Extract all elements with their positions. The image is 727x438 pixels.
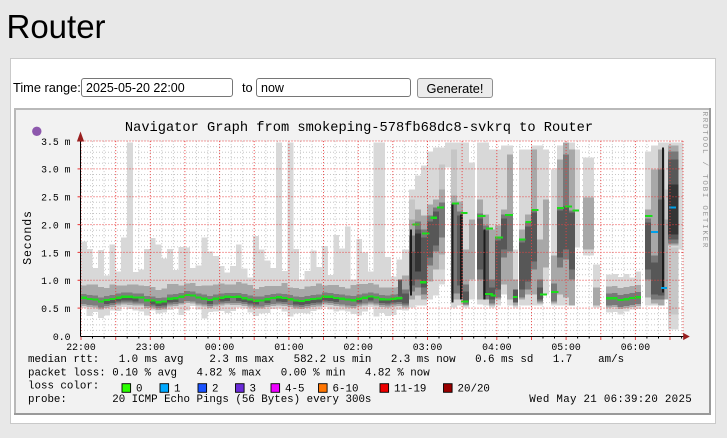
svg-text:01:00: 01:00 [274, 342, 304, 353]
svg-text:02:00: 02:00 [343, 342, 373, 353]
svg-text:23:00: 23:00 [136, 342, 166, 353]
svg-text:3.5 m: 3.5 m [41, 137, 71, 148]
svg-text:06:00: 06:00 [621, 342, 651, 353]
svg-text:median rtt: 1.0 ms avg 2.: median rtt: 1.0 ms avg 2.3 ms max 582.2 … [28, 354, 624, 366]
svg-text:11-19: 11-19 [394, 384, 426, 396]
svg-text:3: 3 [250, 384, 256, 396]
svg-text:00:00: 00:00 [205, 342, 235, 353]
svg-text:RRDTOOL / TOBI OETIKER: RRDTOOL / TOBI OETIKER [700, 112, 708, 250]
svg-text:probe: 20 ICMP Echo Ping: probe: 20 ICMP Echo Pings (56 Bytes) eve… [28, 394, 371, 406]
svg-text:2.5 m: 2.5 m [41, 193, 71, 204]
svg-text:0.5 m: 0.5 m [41, 304, 71, 315]
svg-text:loss color:: loss color: [28, 381, 99, 393]
svg-text:22:00: 22:00 [66, 342, 96, 353]
svg-text:packet loss: 0.10 % avg 4.82: packet loss: 0.10 % avg 4.82 % max 0.00 … [28, 367, 430, 379]
svg-text:20/20: 20/20 [458, 384, 490, 396]
svg-text:03:00: 03:00 [413, 342, 443, 353]
svg-text:3.0 m: 3.0 m [41, 165, 71, 176]
svg-text:Wed May 21 06:39:20 2025: Wed May 21 06:39:20 2025 [529, 394, 692, 406]
svg-text:1: 1 [174, 384, 180, 396]
svg-text:Seconds: Seconds [22, 210, 35, 265]
svg-text:6-10: 6-10 [333, 384, 359, 396]
svg-text:2.0 m: 2.0 m [41, 220, 71, 231]
svg-text:1.0 m: 1.0 m [41, 276, 71, 287]
svg-text:1.5 m: 1.5 m [41, 248, 71, 259]
svg-text:Navigator Graph from smokeping: Navigator Graph from smokeping-578fb68dc… [125, 121, 593, 136]
svg-text:04:00: 04:00 [482, 342, 512, 353]
svg-text:2: 2 [212, 384, 218, 396]
svg-text:4-5: 4-5 [285, 384, 304, 396]
svg-text:05:00: 05:00 [551, 342, 581, 353]
svg-text:0: 0 [136, 384, 142, 396]
